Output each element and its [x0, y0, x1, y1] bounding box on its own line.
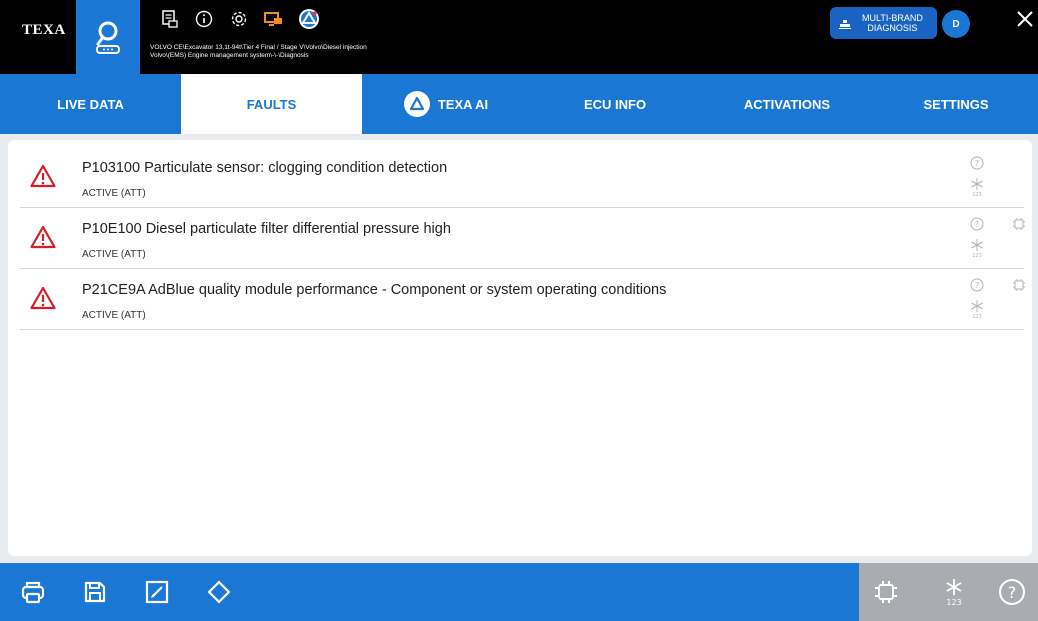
warning-triangle-icon [30, 286, 56, 310]
svg-text:123: 123 [946, 598, 961, 607]
save-button[interactable] [80, 577, 110, 607]
tab-live-data[interactable]: LIVE DATA [0, 74, 181, 134]
vehicle-path-line2: Volvo\(EMS) Engine management system\-\-… [150, 52, 309, 59]
print-button[interactable] [18, 577, 48, 607]
fault-row[interactable]: P21CE9A AdBlue quality module performanc… [20, 270, 1026, 330]
multi-brand-icon [839, 20, 851, 29]
freeze-frame-button[interactable]: 123 [939, 577, 969, 607]
tab-ecu-info[interactable]: ECU INFO [530, 74, 700, 134]
ecu-icon [875, 581, 897, 603]
print-icon [21, 581, 45, 604]
help-icon: ? [999, 579, 1025, 605]
diagnosis-search-icon [96, 21, 120, 54]
texa-ai-icon [403, 91, 430, 117]
svg-text:?: ? [1008, 583, 1017, 602]
svg-text:?: ? [975, 159, 979, 168]
ecu-icon[interactable] [1012, 217, 1026, 231]
multi-brand-label: MULTI-BRAND DIAGNOSIS [862, 13, 923, 33]
tab-live-data-label: LIVE DATA [57, 96, 124, 112]
erase-icon [207, 580, 231, 604]
freeze-frame-icon[interactable]: 123 [970, 298, 984, 320]
edit-report-icon [145, 580, 169, 604]
ecu-icon[interactable] [1012, 278, 1026, 292]
texa-logo: TEXA [22, 22, 66, 38]
close-icon[interactable] [1014, 8, 1036, 30]
vehicle-selection-path: VOLVO CE\Excavator 13,1t-94t\Tier 4 Fina… [150, 44, 367, 60]
fault-row[interactable]: P10E100 Diesel particulate filter differ… [20, 209, 1026, 269]
fault-status: ACTIVE (ATT) [82, 188, 146, 199]
freeze-frame-icon: 123 [946, 579, 962, 607]
freeze-frame-icon[interactable]: 123 [970, 176, 984, 198]
bottom-toolbar-right-panel: 123 ? [859, 563, 1038, 621]
bottom-toolbar-actions [18, 577, 234, 607]
bottom-toolbar: 123 ? [0, 563, 1038, 621]
main-tab-bar: LIVE DATA FAULTS TEXA AI ECU INFO ACTIVA… [0, 74, 1038, 134]
texa-ai-logo-icon[interactable] [298, 8, 320, 30]
help-button[interactable]: ? [997, 577, 1027, 607]
vehicle-path-line1: VOLVO CE\Excavator 13,1t-94t\Tier 4 Fina… [150, 44, 367, 51]
tab-activations-label: ACTIVATIONS [743, 96, 831, 112]
multi-brand-diagnosis-button[interactable]: MULTI-BRAND DIAGNOSIS [830, 7, 937, 39]
tab-faults[interactable]: FAULTS [181, 74, 362, 134]
diagnosis-home-button[interactable] [76, 0, 140, 74]
help-icon[interactable]: ? [970, 156, 984, 170]
fault-row[interactable]: P103100 Particulate sensor: clogging con… [20, 148, 1024, 208]
top-icon-group [158, 8, 320, 30]
info-icon[interactable] [193, 8, 215, 30]
tab-settings-label: SETTINGS [923, 96, 989, 112]
warning-triangle-icon [30, 164, 56, 188]
settings-gear-icon[interactable] [228, 8, 250, 30]
ecu-button[interactable] [871, 577, 901, 607]
fault-description: P103100 Particulate sensor: clogging con… [82, 160, 448, 176]
warning-triangle-icon [30, 225, 56, 249]
top-header: TEXA VOLVO CE\Excavator 13,1t-94t\Tier 4… [0, 0, 1038, 74]
tab-faults-label: FAULTS [246, 96, 297, 112]
fault-description: P10E100 Diesel particulate filter differ… [82, 221, 451, 237]
svg-text:123: 123 [972, 192, 982, 198]
remote-screen-icon[interactable] [263, 8, 285, 30]
svg-text:123: 123 [972, 314, 982, 320]
fault-list-panel: P103100 Particulate sensor: clogging con… [8, 140, 1032, 556]
tab-activations[interactable]: ACTIVATIONS [700, 74, 874, 134]
svg-text:123: 123 [972, 253, 982, 259]
fault-description: P21CE9A AdBlue quality module performanc… [82, 282, 667, 298]
erase-button[interactable] [204, 577, 234, 607]
save-icon [84, 581, 106, 603]
faults-main-area: P103100 Particulate sensor: clogging con… [0, 134, 1038, 563]
svg-text:?: ? [975, 220, 979, 229]
fault-status: ACTIVE (ATT) [82, 310, 146, 321]
svg-text:?: ? [975, 281, 979, 290]
tab-texa-ai-label: TEXA AI [437, 96, 489, 112]
tab-settings[interactable]: SETTINGS [874, 74, 1038, 134]
help-icon[interactable]: ? [970, 278, 984, 292]
tab-texa-ai[interactable]: TEXA AI [362, 74, 530, 134]
help-icon[interactable]: ? [970, 217, 984, 231]
multi-brand-label-line2: DIAGNOSIS [867, 23, 918, 33]
fault-status: ACTIVE (ATT) [82, 249, 146, 260]
user-avatar[interactable]: D [942, 10, 970, 38]
multi-brand-label-line1: MULTI-BRAND [862, 13, 923, 23]
report-icon[interactable] [158, 8, 180, 30]
tab-ecu-info-label: ECU INFO [583, 96, 647, 112]
freeze-frame-icon[interactable]: 123 [970, 237, 984, 259]
edit-report-button[interactable] [142, 577, 172, 607]
